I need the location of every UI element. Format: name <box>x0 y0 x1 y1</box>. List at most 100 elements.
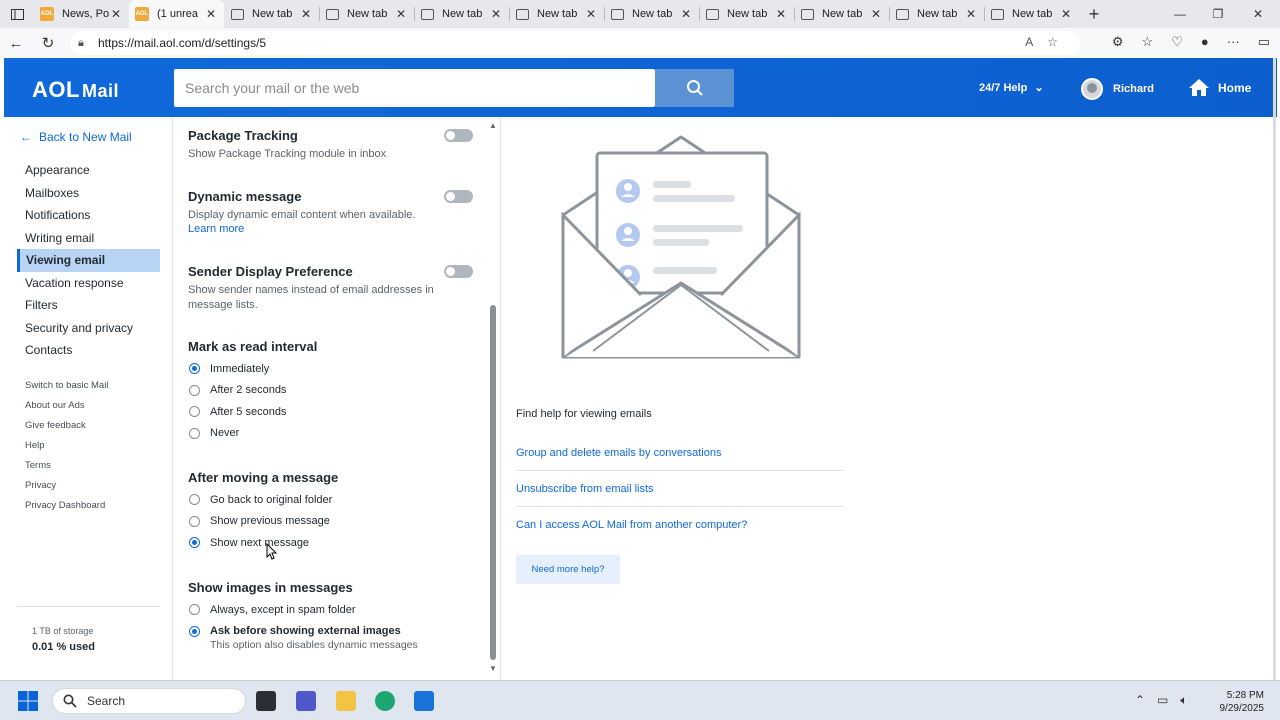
radio-empty-icon[interactable] <box>189 494 200 506</box>
health-icon[interactable]: ♡ <box>1171 34 1183 50</box>
footer-link[interactable]: Give feedback <box>25 416 108 436</box>
mouse-cursor-icon <box>266 543 278 560</box>
teams-icon[interactable] <box>296 691 316 711</box>
close-tab-icon[interactable]: ✕ <box>204 7 218 21</box>
taskbar-search[interactable]: Search <box>52 688 246 714</box>
file-explorer-icon[interactable] <box>336 691 356 711</box>
radio-option[interactable]: Show previous message <box>188 511 338 533</box>
browser-tab[interactable]: New tab ✕ <box>984 0 1079 28</box>
radio-option[interactable]: After 5 seconds <box>188 401 317 423</box>
browser-tab[interactable]: New tab ✕ <box>699 0 794 28</box>
sender-display-toggle[interactable] <box>444 265 473 278</box>
sidebar-item-filters[interactable]: Filters <box>17 294 160 317</box>
close-tab-icon[interactable]: ✕ <box>964 7 978 21</box>
minimize-button[interactable]: — <box>1160 0 1200 28</box>
aol-mail-logo[interactable]: AOL Mail <box>32 77 119 103</box>
footer-link[interactable]: Switch to basic Mail <box>25 376 108 396</box>
close-tab-icon[interactable]: ✕ <box>584 7 598 21</box>
read-aloud-and-favorite-icons[interactable]: A☆ <box>1025 35 1072 49</box>
windows-start-icon[interactable] <box>18 691 38 711</box>
page-scrollbar[interactable] <box>1273 58 1276 680</box>
clock[interactable]: 5:28 PM 9/29/2025 <box>1210 689 1265 715</box>
help-link-access[interactable]: Can I access AOL Mail from another compu… <box>516 507 844 543</box>
radio-option[interactable]: Never <box>188 423 317 445</box>
browser-tab[interactable]: New tab ✕ <box>509 0 604 28</box>
scroll-up-icon[interactable]: ▲ <box>489 121 497 130</box>
radio-selected-icon[interactable] <box>189 363 200 375</box>
help-link-conversations[interactable]: Group and delete emails by conversations <box>516 435 844 471</box>
browser-tab[interactable]: New tab ✕ <box>319 0 414 28</box>
sidebar-item-contacts[interactable]: Contacts <box>17 339 160 362</box>
radio-option[interactable]: Immediately <box>188 358 317 380</box>
browser-tab[interactable]: New tab ✕ <box>889 0 984 28</box>
restore-button[interactable]: ❐ <box>1198 0 1238 28</box>
radio-empty-icon[interactable] <box>189 406 200 418</box>
browser-tab[interactable]: AOL News, Po ✕ <box>34 0 129 28</box>
url-field[interactable]: 🔒︎ https://mail.aol.com/d/settings/5 A☆ <box>70 31 1080 55</box>
browser-tab[interactable]: AOL (1 unrea ✕ <box>129 0 224 28</box>
help-link-unsubscribe[interactable]: Unsubscribe from email lists <box>516 471 844 507</box>
browser-tab[interactable]: New tab ✕ <box>604 0 699 28</box>
radio-selected-icon[interactable] <box>189 537 200 549</box>
footer-link[interactable]: Privacy Dashboard <box>25 496 108 516</box>
sidebar-item-viewing-email[interactable]: Viewing email <box>17 249 160 272</box>
back-arrow-icon[interactable]: ← <box>0 35 32 52</box>
radio-empty-icon[interactable] <box>189 515 200 527</box>
clock-time: 5:28 PM <box>1226 690 1264 701</box>
radio-option[interactable]: After 2 seconds <box>188 380 317 402</box>
extensions-icon[interactable]: ⚙ <box>1112 34 1124 50</box>
dynamic-message-toggle[interactable] <box>444 190 473 203</box>
radio-selected-icon[interactable] <box>189 625 200 637</box>
close-tab-icon[interactable]: ✕ <box>869 7 883 21</box>
radio-empty-icon[interactable] <box>189 427 200 439</box>
radio-option[interactable]: Always, except in spam folder <box>188 599 418 621</box>
close-tab-icon[interactable]: ✕ <box>679 7 693 21</box>
favorites-icon[interactable]: ☆ <box>1142 34 1154 50</box>
browser-tab[interactable]: New tab ✕ <box>224 0 319 28</box>
sidebar-item-appearance[interactable]: Appearance <box>17 159 160 182</box>
close-tab-icon[interactable]: ✕ <box>109 7 123 21</box>
search-input[interactable]: Search your mail or the web <box>174 69 655 107</box>
tab-actions-icon[interactable] <box>0 0 34 28</box>
sidebar-item-notifications[interactable]: Notifications <box>17 204 160 227</box>
back-to-mail-link[interactable]: ← Back to New Mail <box>20 130 132 144</box>
home-link[interactable]: Home <box>1188 78 1251 97</box>
sidebar-item-mailboxes[interactable]: Mailboxes <box>17 182 160 205</box>
sidebar-item-writing-email[interactable]: Writing email <box>17 227 160 250</box>
user-menu[interactable]: Richard <box>1081 78 1154 100</box>
radio-option[interactable]: Go back to original folder <box>188 489 338 511</box>
profile-icon[interactable]: ● <box>1201 34 1209 50</box>
refresh-icon[interactable]: ↻ <box>32 34 64 52</box>
scroll-down-icon[interactable]: ▼ <box>489 664 497 673</box>
task-view-icon[interactable] <box>256 691 276 711</box>
close-window-button[interactable]: ✕ <box>1238 0 1278 28</box>
radio-option[interactable]: Show next message <box>188 532 338 554</box>
radio-empty-icon[interactable] <box>189 384 200 396</box>
radio-empty-icon[interactable] <box>189 604 200 616</box>
sidebar-icon[interactable]: ▭ <box>1258 34 1270 50</box>
browser-tab[interactable]: New tab ✕ <box>794 0 889 28</box>
footer-link[interactable]: Privacy <box>25 476 108 496</box>
learn-more-link[interactable]: Learn more <box>188 223 450 235</box>
search-button[interactable] <box>655 69 734 107</box>
footer-link[interactable]: Terms <box>25 456 108 476</box>
need-more-help-button[interactable]: Need more help? <box>516 555 620 584</box>
edge-icon[interactable] <box>375 691 395 711</box>
package-tracking-toggle[interactable] <box>444 129 473 142</box>
more-icon[interactable]: ··· <box>1227 34 1240 50</box>
close-tab-icon[interactable]: ✕ <box>299 7 313 21</box>
browser-tab[interactable]: New tab ✕ <box>414 0 509 28</box>
close-tab-icon[interactable]: ✕ <box>394 7 408 21</box>
footer-link[interactable]: Help <box>25 436 108 456</box>
close-tab-icon[interactable]: ✕ <box>774 7 788 21</box>
close-tab-icon[interactable]: ✕ <box>1059 7 1073 21</box>
settings-scrollbar[interactable] <box>490 305 496 660</box>
help-menu[interactable]: 24/7 Help ⌄ <box>979 81 1044 94</box>
footer-link[interactable]: About our Ads <box>25 396 108 416</box>
store-icon[interactable] <box>414 691 434 711</box>
new-tab-button[interactable]: + <box>1079 4 1109 25</box>
sidebar-item-security-and-privacy[interactable]: Security and privacy <box>17 317 160 340</box>
system-tray[interactable]: ⌃▭🔈︎ <box>1135 693 1200 708</box>
sidebar-item-vacation-response[interactable]: Vacation response <box>17 272 160 295</box>
close-tab-icon[interactable]: ✕ <box>489 7 503 21</box>
